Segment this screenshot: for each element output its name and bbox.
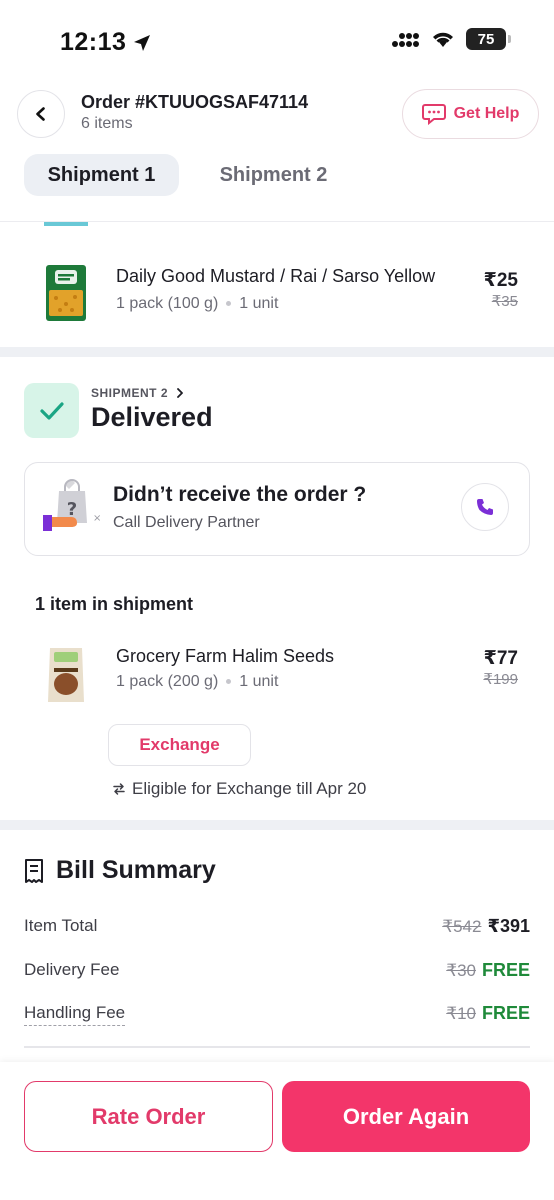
section-divider xyxy=(0,347,554,357)
tab-shipment-2[interactable]: Shipment 2 xyxy=(196,154,351,196)
bill-row-amount: ₹391 xyxy=(487,916,530,936)
footer-actions: Rate Order Order Again xyxy=(0,1062,554,1200)
bill-row-free: FREE xyxy=(481,960,530,980)
product-pack: 1 pack (200 g) xyxy=(116,673,219,690)
order-item-count: 6 items xyxy=(81,115,133,132)
items-in-shipment-heading: 1 item in shipment xyxy=(35,594,194,614)
cellular-signal-icon xyxy=(392,33,419,47)
rate-order-label: Rate Order xyxy=(91,1103,206,1129)
product-price: ₹25 xyxy=(483,270,518,291)
svg-text:?: ? xyxy=(67,499,77,520)
order-again-label: Order Again xyxy=(342,1103,470,1129)
shipment-label: SHIPMENT 2 xyxy=(91,386,169,400)
product-units: 1 unit xyxy=(239,673,279,690)
receipt-icon xyxy=(25,858,43,883)
card-subtitle: Call Delivery Partner xyxy=(113,514,260,531)
bill-row-value: ₹30 FREE xyxy=(446,960,530,981)
tab-label: Shipment 2 xyxy=(219,163,328,186)
location-arrow-icon xyxy=(134,34,151,51)
battery-level: 75 xyxy=(477,30,495,48)
divider xyxy=(24,1046,530,1048)
back-button[interactable] xyxy=(17,90,65,138)
bill-summary-heading: Bill Summary xyxy=(24,856,216,885)
chevron-left-icon xyxy=(36,107,45,121)
exchange-label: Exchange xyxy=(139,735,220,754)
order-again-button[interactable]: Order Again xyxy=(282,1081,530,1152)
chevron-right-icon xyxy=(177,388,183,398)
shipment-2-link[interactable]: SHIPMENT 2 xyxy=(91,386,184,400)
exchange-eligibility: Eligible for Exchange till Apr 20 xyxy=(112,779,366,799)
bill-row-delivery-fee: Delivery Fee ₹30 FREE xyxy=(24,960,530,984)
list-item[interactable]: Grocery Farm Halim Seeds 1 pack (200 g) 1… xyxy=(0,640,554,720)
list-item[interactable]: Daily Good Mustard / Rai / Sarso Yellow … xyxy=(0,260,554,340)
get-help-label: Get Help xyxy=(453,105,520,122)
eligibility-text: Eligible for Exchange till Apr 20 xyxy=(132,779,367,798)
bill-row-label: Item Total xyxy=(24,916,98,935)
missing-package-icon: ? × xyxy=(43,479,101,531)
chat-bubble-icon xyxy=(421,104,446,125)
clock: 12:13 xyxy=(60,28,152,57)
bill-row-original: ₹30 xyxy=(446,960,476,980)
product-name: Daily Good Mustard / Rai / Sarso Yellow xyxy=(116,266,436,286)
product-mrp: ₹35 xyxy=(491,293,518,310)
wifi-icon xyxy=(433,32,453,47)
product-quantity: 1 pack (200 g) 1 unit xyxy=(116,673,278,691)
shipment-tabs: Shipment 1 Shipment 2 xyxy=(0,154,554,222)
missing-order-card[interactable]: ? × Didn’t receive the order ? Call Deli… xyxy=(24,462,530,556)
status-bar: 12:13 75 xyxy=(0,0,554,80)
exchange-button[interactable]: Exchange xyxy=(108,724,251,766)
delivered-status-badge xyxy=(24,383,79,438)
exchange-arrows-icon xyxy=(113,783,125,795)
separator-dot xyxy=(226,679,232,685)
bill-row-original: ₹542 xyxy=(442,916,482,936)
battery-icon: 75 xyxy=(466,28,511,50)
svg-text:×: × xyxy=(93,513,101,524)
mustard-product-image xyxy=(46,265,86,321)
product-name: Grocery Farm Halim Seeds xyxy=(116,646,335,666)
get-help-button[interactable]: Get Help xyxy=(402,89,539,139)
bill-row-original: ₹10 xyxy=(446,1003,476,1023)
halim-seeds-product-image xyxy=(48,648,84,702)
tab-shipment-1[interactable]: Shipment 1 xyxy=(24,154,179,196)
bill-summary-title: Bill Summary xyxy=(56,856,216,884)
rate-order-button[interactable]: Rate Order xyxy=(24,1081,273,1152)
phone-icon xyxy=(477,499,493,515)
bill-row-label[interactable]: Handling Fee xyxy=(24,1003,126,1026)
bill-row-value: ₹10 FREE xyxy=(446,1003,530,1024)
bill-row-item-total: Item Total ₹542 ₹391 xyxy=(24,916,530,940)
section-divider xyxy=(0,820,554,830)
product-quantity: 1 pack (100 g) 1 unit xyxy=(116,295,278,313)
order-header: Order #KTUUOGSAF47114 6 items Get Help xyxy=(0,84,554,154)
product-price: ₹77 xyxy=(483,648,518,669)
previous-item-thumbnail-edge xyxy=(44,222,88,226)
bill-row-label: Delivery Fee xyxy=(24,960,120,979)
bill-row-handling-fee: Handling Fee ₹10 FREE xyxy=(24,1003,530,1027)
check-icon xyxy=(39,401,64,420)
product-pack: 1 pack (100 g) xyxy=(116,295,219,312)
separator-dot xyxy=(226,301,232,307)
order-title: Order #KTUUOGSAF47114 xyxy=(81,92,309,112)
bill-row-value: ₹542 ₹391 xyxy=(442,916,530,937)
product-units: 1 unit xyxy=(239,295,279,312)
call-delivery-partner-button[interactable] xyxy=(461,483,509,531)
status-icons: 75 xyxy=(392,28,511,50)
product-mrp: ₹199 xyxy=(483,671,518,688)
card-title: Didn’t receive the order ? xyxy=(113,483,367,506)
shipment-status: Delivered xyxy=(91,402,213,432)
clock-time: 12:13 xyxy=(60,28,127,56)
tab-label: Shipment 1 xyxy=(47,163,156,186)
bill-row-free: FREE xyxy=(481,1003,530,1023)
